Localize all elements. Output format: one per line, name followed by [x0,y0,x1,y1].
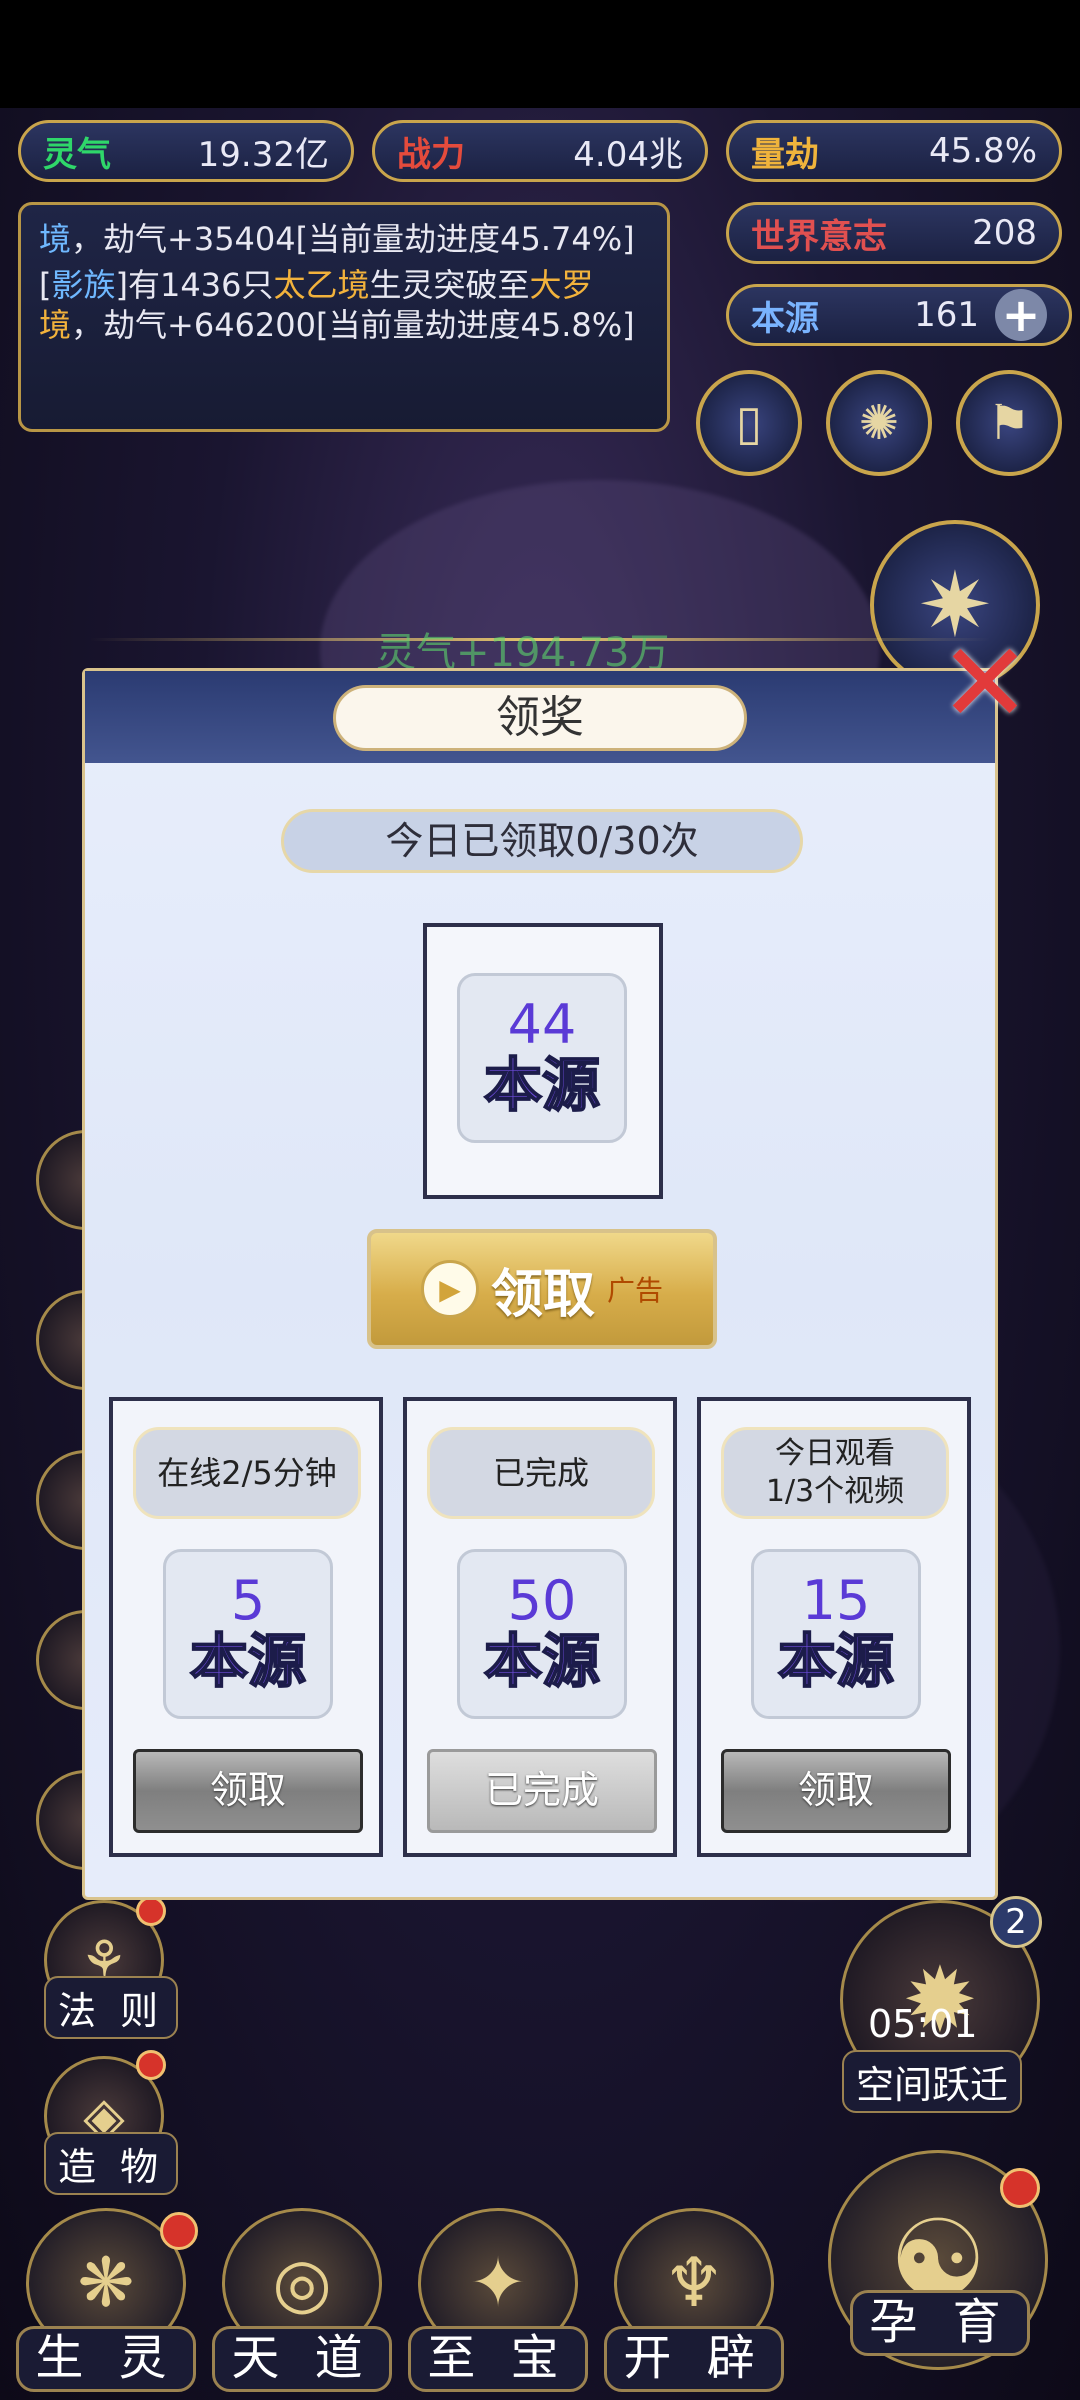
reward-tile: 44 本源 [457,973,627,1143]
close-icon[interactable]: ✕ [930,619,1040,747]
card-icon[interactable]: ▯ [696,370,802,476]
notification-dot [136,2050,166,2080]
creation-label: 造 物 [44,2132,179,2195]
event-log: 境，劫气+35404[当前量劫进度45.74%] [影族]有1436只太乙境生灵… [18,202,670,432]
nav-kaipi[interactable]: 开 辟 [604,2326,784,2392]
stat-label: 战力 [397,134,465,175]
reward-amount: 15 [801,1569,871,1632]
task-title: 今日观看 1/3个视频 [721,1427,949,1519]
space-jump-label: 空间跃迁 [842,2050,1023,2113]
task-card-completed: 已完成 50 本源 已完成 [403,1397,677,1857]
flag-icon[interactable]: ⚑ [956,370,1062,476]
stat-value: 45.8% [928,131,1037,171]
nav-shengling[interactable]: 生 灵 [16,2326,196,2392]
claim-count-pill: 今日已领取0/30次 [281,809,803,873]
reward-name: 本源 [189,1627,307,1695]
status-bar-area [0,0,1080,108]
law-label: 法 则 [44,1976,179,2039]
stat-label: 世界意志 [751,216,887,257]
reward-amount: 5 [230,1569,266,1632]
nav-tiandao[interactable]: 天 道 [212,2326,392,2392]
notification-dot [160,2212,198,2250]
play-icon: ▶ [420,1260,479,1318]
reward-name: 本源 [483,1051,601,1119]
stat-label: 本源 [751,298,819,339]
stat-world-will: 世界意志 208 [726,202,1062,264]
notification-dot [1000,2168,1040,2208]
claim-ad-button[interactable]: ▶ 领取 广告 [367,1229,717,1349]
task-card-online: 在线2/5分钟 5 本源 领取 [109,1397,383,1857]
stat-liangjie: 量劫 45.8% [726,120,1062,182]
claim-ad-label: 领取 [490,1264,595,1325]
nav-zhibao[interactable]: 至 宝 [408,2326,588,2392]
stat-label: 量劫 [751,134,819,175]
reward-amount: 50 [507,1569,577,1632]
reward-dialog: 领奖 今日已领取0/30次 44 本源 ▶ 领取 广告 在线2/5分钟 5 本源… [82,668,998,1900]
stat-label: 灵气 [43,134,111,175]
space-jump-timer: 05:01 [868,2002,978,2046]
reward-tile: 5 本源 [163,1549,333,1719]
stat-zhanli: 战力 4.04兆 [372,120,708,182]
reward-tile: 15 本源 [751,1549,921,1719]
count-badge: 2 [990,1896,1042,1948]
log-line: 境，劫气+35404[当前量劫进度45.74%] [39,220,635,258]
claim-button[interactable]: 领取 [133,1749,363,1833]
stat-value: 161 [914,295,979,335]
reward-tile: 50 本源 [457,1549,627,1719]
task-title: 在线2/5分钟 [133,1427,361,1519]
ad-tag: 广告 [607,1274,664,1307]
plus-icon[interactable]: + [995,288,1047,342]
claim-button[interactable]: 领取 [721,1749,951,1833]
stat-lingqi: 灵气 19.32亿 [18,120,354,182]
task-title: 已完成 [427,1427,655,1519]
dialog-title: 领奖 [333,685,747,751]
portal-icon[interactable]: ✺ [826,370,932,476]
main-reward-card: 44 本源 [423,923,663,1199]
notification-dot [136,1896,166,1926]
reward-amount: 44 [507,993,577,1056]
stat-value: 208 [972,213,1037,253]
stat-value: 4.04兆 [573,134,683,175]
completed-button[interactable]: 已完成 [427,1749,657,1833]
nav-yunyu[interactable]: 孕 育 [850,2290,1030,2356]
stat-benyuan: 本源 161 + [726,284,1072,346]
reward-name: 本源 [777,1627,895,1695]
stat-value: 19.32亿 [197,134,329,175]
reward-name: 本源 [483,1627,601,1695]
log-line: [影族]有1436只太乙境生灵突破至大罗境，劫气+646200[当前量劫进度45… [39,266,635,344]
task-card-video: 今日观看 1/3个视频 15 本源 领取 [697,1397,971,1857]
